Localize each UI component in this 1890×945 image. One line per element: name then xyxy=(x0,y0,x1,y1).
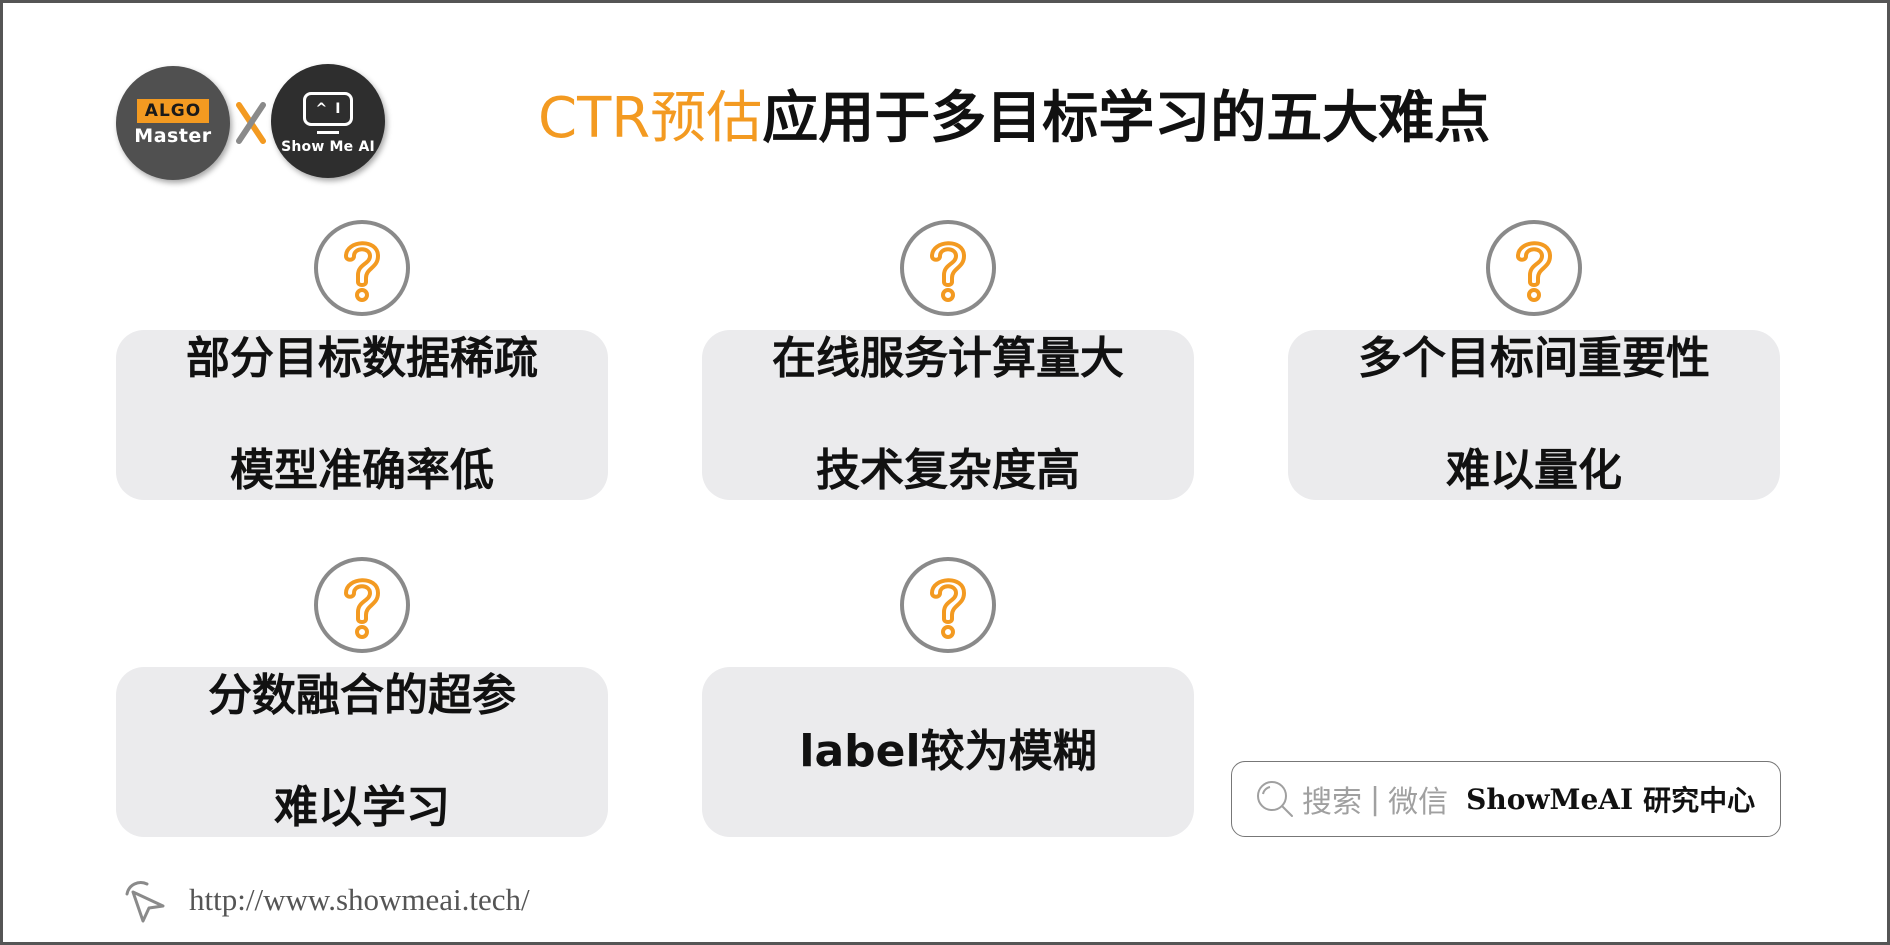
search-divider: | xyxy=(1370,781,1381,817)
website-url[interactable]: http://www.showmeai.tech/ xyxy=(189,882,530,918)
challenge-card: 多个目标间重要性 难以量化 xyxy=(1288,330,1780,500)
challenge-text-line: label较为模糊 xyxy=(799,726,1097,777)
page-title: CTR预估应用于多目标学习的五大难点 xyxy=(538,81,1490,157)
challenge-text-line: 模型准确率低 xyxy=(230,445,494,496)
showmeai-logo: ^ I Show Me AI xyxy=(271,64,385,178)
challenge-text-line: 部分目标数据稀疏 xyxy=(186,333,538,384)
question-mark-icon xyxy=(900,557,996,653)
title-accent: CTR预估 xyxy=(538,86,763,151)
challenge-text-line: 多个目标间重要性 xyxy=(1358,333,1710,384)
challenge-card: 部分目标数据稀疏 模型准确率低 xyxy=(116,330,608,500)
monitor-caret: ^ xyxy=(315,100,328,117)
footer-link[interactable]: http://www.showmeai.tech/ xyxy=(121,875,530,925)
monitor-bar: I xyxy=(335,100,341,117)
wechat-label: 微信 xyxy=(1388,785,1449,820)
slide-frame: ALGO Master ^ I Show Me AI CTR预估应用于多目标学习… xyxy=(0,0,1890,945)
challenge-text-line: 难以学习 xyxy=(274,782,450,833)
challenge-text-line: 难以量化 xyxy=(1446,445,1622,496)
algo-master-logo: ALGO Master xyxy=(116,66,230,180)
challenge-card: 在线服务计算量大 技术复杂度高 xyxy=(702,330,1194,500)
title-main: 应用于多目标学习的五大难点 xyxy=(762,86,1491,151)
algo-tag: ALGO xyxy=(136,99,210,123)
challenge-text-line: 在线服务计算量大 xyxy=(772,333,1124,384)
showmeai-logo-text: Show Me AI xyxy=(281,138,375,155)
algo-master-text: Master xyxy=(134,125,212,147)
search-label: 搜索 xyxy=(1302,785,1362,820)
challenge-text-line: 技术复杂度高 xyxy=(816,445,1080,496)
monitor-icon: ^ I xyxy=(303,91,353,126)
brand-name: ShowMeAI xyxy=(1466,782,1634,816)
wechat-search-badge: 搜索 | 微信 ShowMeAI 研究中心 xyxy=(1231,761,1781,837)
challenge-card: label较为模糊 xyxy=(702,667,1194,837)
brand-suffix: 研究中心 xyxy=(1643,784,1756,817)
cursor-click-icon xyxy=(125,881,165,923)
challenge-text-line: 分数融合的超参 xyxy=(208,670,516,721)
challenge-card: 分数融合的超参 难以学习 xyxy=(116,667,608,837)
monitor-stand xyxy=(317,130,339,134)
search-icon xyxy=(1257,781,1293,817)
collab-x-icon xyxy=(236,102,266,144)
